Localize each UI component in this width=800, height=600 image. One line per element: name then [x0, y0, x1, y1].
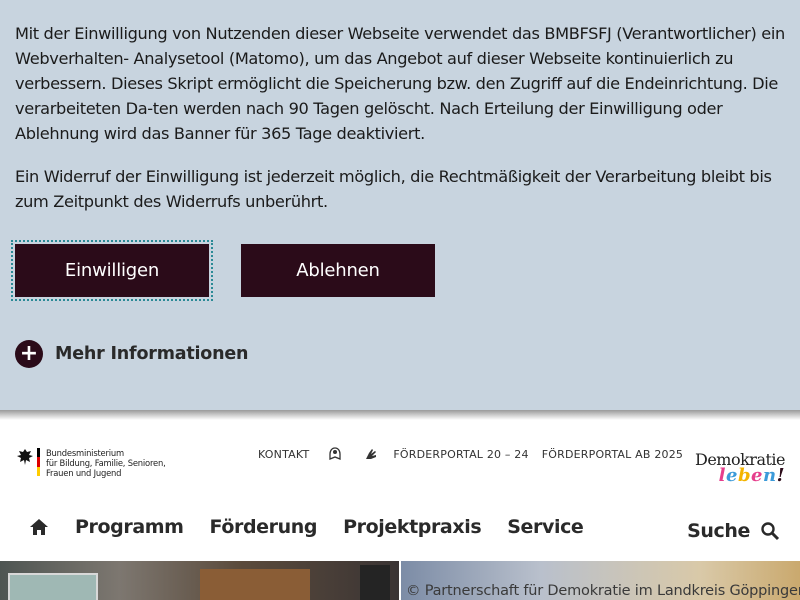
consent-text-revocation: Ein Widerruf der Einwilligung ist jederz…	[15, 167, 772, 211]
image-credit: © Partnerschaft für Demokratie im Landkr…	[406, 583, 800, 599]
consent-text-main: Mit der Einwilligung von Nutzenden diese…	[15, 24, 785, 143]
decline-button[interactable]: Ablehnen	[241, 244, 435, 297]
nav-item-foerderung[interactable]: Förderung	[210, 516, 318, 538]
consent-buttons: Einwilligen Ablehnen	[11, 240, 435, 301]
search-icon	[761, 522, 780, 541]
main-nav: Programm Förderung Projektpraxis Service	[28, 516, 584, 538]
banner-shadow	[0, 410, 800, 420]
home-icon[interactable]	[28, 516, 50, 538]
consent-banner: Mit der Einwilligung von Nutzenden diese…	[0, 0, 800, 410]
ministry-name: Bundesministerium für Bildung, Familie, …	[46, 448, 166, 478]
utility-nav: KONTAKT FÖRDERPORTAL 20 – 24 FÖRDERPORTA…	[258, 446, 683, 462]
sign-language-icon[interactable]	[363, 446, 379, 462]
demokratie-leben-logo[interactable]: Demokratie leben!	[685, 450, 786, 486]
hero-monitor-shape	[8, 573, 98, 600]
more-info-toggle[interactable]: + Mehr Informationen	[15, 340, 249, 368]
nav-item-projektpraxis[interactable]: Projektpraxis	[343, 516, 482, 538]
search-label: Suche	[687, 520, 750, 542]
federal-eagle-icon	[17, 449, 33, 465]
foerderportal-2025-link[interactable]: FÖRDERPORTAL AB 2025	[542, 448, 683, 461]
plus-icon: +	[15, 340, 43, 368]
german-flag-bar	[37, 448, 40, 476]
hero-image-studio	[0, 561, 399, 600]
contact-link[interactable]: KONTAKT	[258, 448, 309, 461]
search-button[interactable]: Suche	[687, 520, 780, 542]
accept-button[interactable]: Einwilligen	[11, 240, 213, 301]
hero-images: © Partnerschaft für Demokratie im Landkr…	[0, 561, 800, 600]
easy-language-icon[interactable]	[327, 446, 343, 462]
nav-item-programm[interactable]: Programm	[75, 516, 184, 538]
hero-speaker-shape	[360, 565, 390, 600]
nav-item-service[interactable]: Service	[507, 516, 584, 538]
ministry-logo[interactable]: Bundesministerium für Bildung, Familie, …	[16, 448, 166, 478]
hero-box-shape	[200, 569, 310, 600]
foerderportal-20-24-link[interactable]: FÖRDERPORTAL 20 – 24	[393, 448, 528, 461]
more-info-label: Mehr Informationen	[55, 344, 249, 364]
hero-image-workshop: © Partnerschaft für Demokratie im Landkr…	[401, 561, 800, 600]
